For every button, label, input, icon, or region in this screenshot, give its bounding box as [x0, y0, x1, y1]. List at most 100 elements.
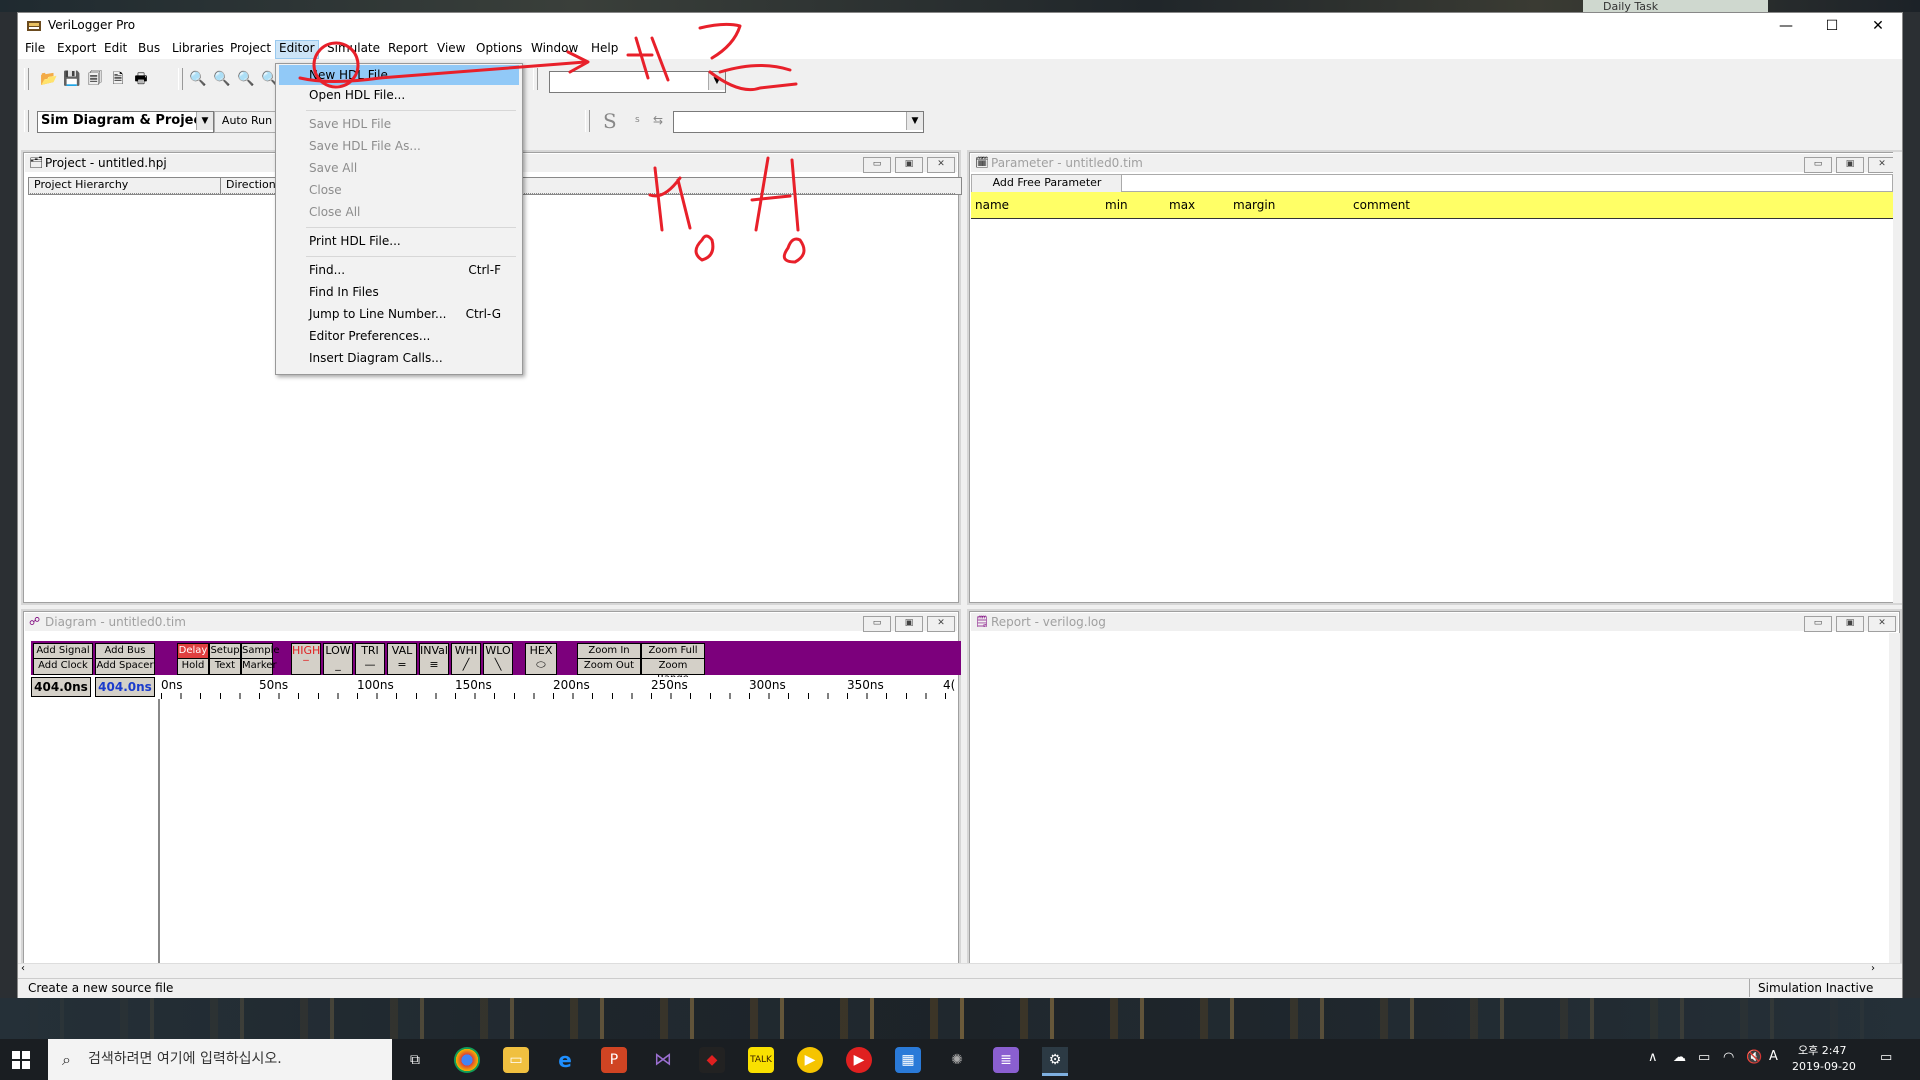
small-s-button[interactable]: s: [635, 115, 640, 125]
auto-run-button[interactable]: Auto Run: [214, 111, 280, 133]
hex-button[interactable]: HEX ⬭: [525, 643, 557, 675]
print-icon[interactable]: 🖶: [132, 70, 150, 88]
child-close-button[interactable]: ✕: [927, 616, 955, 632]
menu-item-open-hdl-file[interactable]: Open HDL File...: [279, 85, 519, 105]
child-close-button[interactable]: ✕: [1868, 616, 1896, 632]
tray-chevron-up-icon[interactable]: ∧: [1648, 1050, 1658, 1065]
onedrive-icon[interactable]: ☁: [1673, 1050, 1686, 1065]
child-restore-button[interactable]: ▣: [895, 157, 923, 173]
s-button[interactable]: S: [603, 109, 617, 133]
menu-options[interactable]: Options: [476, 41, 522, 55]
save-all-icon[interactable]: 🗐: [86, 70, 104, 88]
menu-edit[interactable]: Edit: [104, 41, 127, 55]
add-free-parameter-button[interactable]: Add Free Parameter: [971, 174, 1123, 194]
cursor-time-right[interactable]: 404.0ns: [95, 677, 155, 697]
network-app-icon[interactable]: ✺: [944, 1047, 970, 1073]
time-ruler[interactable]: 0ns 50ns 100ns 150ns 200ns 250ns 300ns 3…: [161, 677, 955, 699]
task-view-icon[interactable]: ⧉: [402, 1047, 428, 1073]
zoom-range-button[interactable]: Zoom Range: [641, 658, 705, 684]
ime-indicator[interactable]: A: [1769, 1049, 1778, 1064]
zoom-out-icon[interactable]: 🔍: [213, 70, 231, 88]
video-player-icon[interactable]: ▶: [846, 1047, 872, 1073]
column-comment[interactable]: comment: [1349, 192, 1897, 219]
add-spacer-button[interactable]: Add Spacer: [95, 658, 155, 675]
diagram-window-title[interactable]: ☍ Diagram - untitled0.tim ▭ ▣ ✕: [25, 613, 957, 632]
battery-icon[interactable]: ▭: [1698, 1050, 1710, 1065]
menu-item-new-hdl-file[interactable]: New HDL File: [279, 65, 519, 85]
menu-item-find[interactable]: Find... Ctrl-F: [279, 260, 519, 280]
menu-help[interactable]: Help: [591, 41, 618, 55]
low-button[interactable]: LOW _: [323, 643, 353, 675]
signal-combo[interactable]: ▼: [673, 111, 924, 133]
calendar-app-icon[interactable]: ▦: [895, 1047, 921, 1073]
whi-button[interactable]: WHI ╱: [451, 643, 481, 675]
wifi-icon[interactable]: ◠: [1723, 1050, 1734, 1065]
toolbar-grip[interactable]: [585, 110, 590, 132]
menu-item-close[interactable]: Close: [279, 180, 519, 200]
toolbar-grip[interactable]: [533, 68, 538, 90]
menu-file[interactable]: File: [25, 41, 45, 55]
menu-window[interactable]: Window: [531, 41, 578, 55]
cursor-time-left[interactable]: 404.0ns: [31, 677, 91, 697]
zoom-out-button[interactable]: Zoom Out: [577, 658, 641, 675]
child-minimize-button[interactable]: ▭: [863, 616, 891, 632]
wlo-button[interactable]: WLO ╲: [483, 643, 513, 675]
chevron-down-icon[interactable]: ▼: [708, 72, 725, 90]
child-minimize-button[interactable]: ▭: [863, 157, 891, 173]
menu-item-editor-preferences[interactable]: Editor Preferences...: [279, 326, 519, 346]
close-button[interactable]: ✕: [1855, 13, 1901, 39]
menu-project[interactable]: Project: [230, 41, 271, 55]
add-clock-button[interactable]: Add Clock: [33, 658, 93, 675]
menu-item-print-hdl-file[interactable]: Print HDL File...: [279, 231, 519, 251]
chrome-icon[interactable]: [454, 1047, 480, 1073]
menu-item-jump-to-line[interactable]: Jump to Line Number... Ctrl-G: [279, 304, 519, 324]
menu-simulate[interactable]: Simulate: [327, 41, 380, 55]
taskbar-search-input[interactable]: ⌕ 검색하려면 여기에 입력하십시오.: [48, 1039, 392, 1080]
menu-editor[interactable]: Editor: [275, 40, 319, 59]
column-name[interactable]: name: [971, 192, 1106, 219]
windows-start-icon[interactable]: [12, 1051, 30, 1069]
kakaotalk-icon[interactable]: TALK: [748, 1047, 774, 1073]
child-minimize-button[interactable]: ▭: [1804, 616, 1832, 632]
edge-icon[interactable]: e: [552, 1047, 578, 1073]
print-preview-icon[interactable]: 🗎: [109, 70, 127, 88]
child-close-button[interactable]: ✕: [927, 157, 955, 173]
high-button[interactable]: HIGH ‾: [291, 643, 321, 675]
menu-item-save-all[interactable]: Save All: [279, 158, 519, 178]
background-window-tab[interactable]: Daily Task: [1583, 0, 1768, 12]
menu-export[interactable]: Export: [57, 41, 96, 55]
val-button[interactable]: VAL =: [387, 643, 417, 675]
menu-bus[interactable]: Bus: [138, 41, 160, 55]
tri-button[interactable]: TRI —: [355, 643, 385, 675]
column-max[interactable]: max: [1165, 192, 1234, 219]
save-icon[interactable]: 💾: [63, 70, 81, 88]
scroll-right-icon[interactable]: ›: [1871, 963, 1875, 974]
hold-button[interactable]: Hold: [177, 658, 209, 675]
parameter-input[interactable]: [1121, 174, 1893, 192]
toolbar-combo[interactable]: ▼: [549, 71, 726, 93]
chevron-down-icon[interactable]: ▼: [906, 112, 923, 130]
child-minimize-button[interactable]: ▭: [1804, 157, 1832, 173]
scrollbar-vertical[interactable]: [1889, 633, 1900, 975]
marker-button[interactable]: Marker: [241, 658, 277, 675]
volume-muted-icon[interactable]: 🔇: [1746, 1050, 1762, 1065]
visual-studio-icon[interactable]: ⋈: [650, 1047, 676, 1073]
zoom-in-icon[interactable]: 🔍: [189, 70, 207, 88]
child-restore-button[interactable]: ▣: [1836, 616, 1864, 632]
notification-icon[interactable]: ▭: [1880, 1050, 1892, 1065]
simulate-step-icon[interactable]: ⇆: [653, 113, 663, 127]
zoom-full-icon[interactable]: 🔍: [237, 70, 255, 88]
toolbar-grip[interactable]: [24, 68, 29, 90]
clock-time[interactable]: 오후 2:47: [1798, 1042, 1846, 1058]
parameter-window-title[interactable]: 🗓 Parameter - untitled0.tim ▭ ▣ ✕: [971, 154, 1898, 173]
scrollbar-horizontal[interactable]: ‹ ›: [18, 963, 1902, 977]
child-restore-button[interactable]: ▣: [1836, 157, 1864, 173]
menu-libraries[interactable]: Libraries: [172, 41, 224, 55]
toolbar-grip[interactable]: [24, 110, 29, 132]
file-explorer-icon[interactable]: ▭: [503, 1047, 529, 1073]
scroll-left-icon[interactable]: ‹: [21, 963, 25, 974]
app-red-icon[interactable]: ◆: [699, 1047, 725, 1073]
menu-item-close-all[interactable]: Close All: [279, 202, 519, 222]
open-folder-icon[interactable]: 📂: [40, 70, 58, 88]
child-close-button[interactable]: ✕: [1868, 157, 1896, 173]
